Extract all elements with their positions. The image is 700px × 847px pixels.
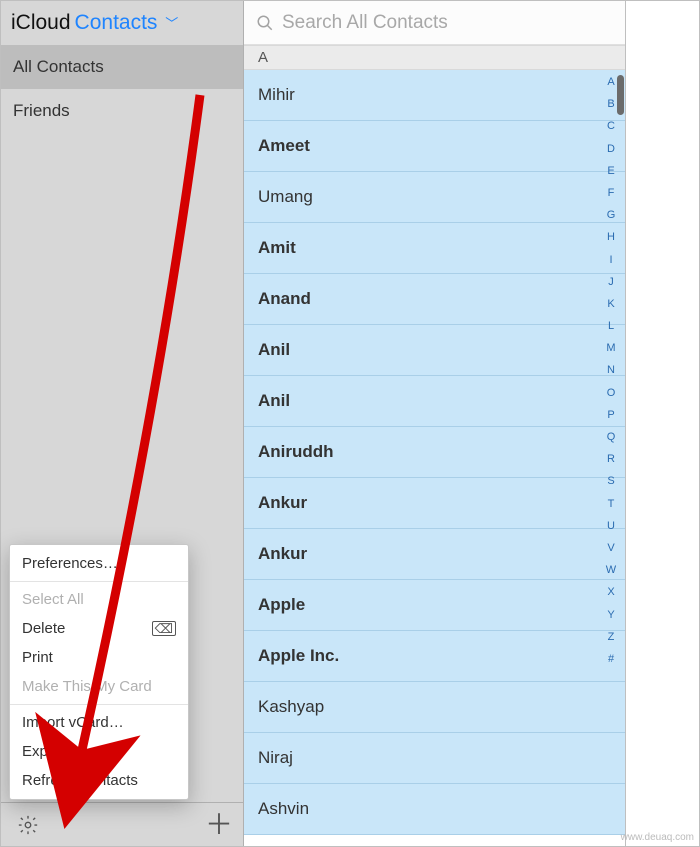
search-input[interactable] [282, 12, 613, 34]
menu-item-label: Export vCard… [22, 743, 125, 760]
scrollbar-thumb[interactable] [617, 75, 624, 115]
contacts-list[interactable]: MihirAmeetUmangAmitAnandAnilAnilAniruddh… [244, 70, 625, 846]
contact-row[interactable]: Kashyap [244, 682, 625, 733]
contacts-column: A MihirAmeetUmangAmitAnandAnilAnilAnirud… [244, 1, 626, 846]
contact-row[interactable]: Niraj [244, 733, 625, 784]
menu-export-vcard[interactable]: Export vCard… [10, 737, 188, 766]
index-letter[interactable]: V [607, 543, 614, 554]
index-letter[interactable]: K [607, 299, 614, 310]
menu-item-label: Make This My Card [22, 678, 152, 695]
contact-row[interactable]: Amit [244, 223, 625, 274]
contact-row[interactable]: Apple Inc. [244, 631, 625, 682]
menu-separator [10, 704, 188, 705]
contact-row[interactable]: Aniruddh [244, 427, 625, 478]
index-letter[interactable]: U [607, 521, 615, 532]
index-letter[interactable]: X [607, 587, 614, 598]
contact-row[interactable]: Anil [244, 376, 625, 427]
index-letter[interactable]: # [608, 654, 614, 665]
sidebar-group-item[interactable]: All Contacts [1, 45, 243, 89]
contact-row[interactable]: Mihir [244, 70, 625, 121]
menu-item-label: Print [22, 649, 53, 666]
contact-row[interactable]: Anil [244, 325, 625, 376]
menu-delete[interactable]: Delete ⌫ [10, 614, 188, 643]
index-letter[interactable]: L [608, 321, 614, 332]
settings-context-menu: Preferences… Select All Delete ⌫ Print M… [9, 544, 189, 800]
contact-row[interactable]: Ashvin [244, 784, 625, 835]
index-letter[interactable]: P [607, 410, 614, 421]
menu-select-all: Select All [10, 585, 188, 614]
index-letter[interactable]: Z [608, 632, 615, 643]
index-letter[interactable]: N [607, 365, 615, 376]
plus-icon[interactable]: ＋ [205, 814, 227, 836]
index-letter[interactable]: E [607, 166, 614, 177]
index-letter[interactable]: O [607, 388, 616, 399]
contact-row[interactable]: Apple [244, 580, 625, 631]
index-letter[interactable]: G [607, 210, 616, 221]
contact-row[interactable]: Ankur [244, 529, 625, 580]
index-letter[interactable]: A [607, 77, 614, 88]
index-letter[interactable]: J [608, 277, 614, 288]
sidebar-group-item[interactable]: Friends [1, 89, 243, 133]
index-letter[interactable]: S [607, 476, 614, 487]
index-letter[interactable]: M [606, 343, 615, 354]
index-letter[interactable]: T [608, 499, 615, 510]
index-letter[interactable]: B [607, 99, 614, 110]
detail-pane [626, 1, 699, 846]
menu-import-vcard[interactable]: Import vCard… [10, 708, 188, 737]
alpha-index[interactable]: ABC DEFGH IJKLMN OPQRS TUVWX YZ # [603, 77, 619, 665]
menu-print[interactable]: Print [10, 643, 188, 672]
search-icon [256, 14, 274, 32]
menu-item-label: Preferences… [22, 555, 118, 572]
contact-row[interactable]: Umang [244, 172, 625, 223]
sidebar-footer: ＋ [1, 802, 243, 846]
brand: iCloud [11, 11, 71, 35]
delete-key-icon: ⌫ [152, 621, 176, 636]
index-letter[interactable]: H [607, 232, 615, 243]
menu-preferences[interactable]: Preferences… [10, 549, 188, 578]
search-bar[interactable] [244, 1, 625, 45]
menu-item-label: Refresh Contacts [22, 772, 138, 789]
menu-refresh-contacts[interactable]: Refresh Contacts [10, 766, 188, 795]
menu-item-label: Select All [22, 591, 84, 608]
app-title-label: Contacts [75, 11, 158, 34]
contact-row[interactable]: Anand [244, 274, 625, 325]
sidebar-header: iCloud Contacts ﹀ [1, 1, 243, 45]
index-letter[interactable]: D [607, 144, 615, 155]
menu-item-label: Import vCard… [22, 714, 124, 731]
menu-item-label: Delete [22, 620, 65, 637]
contact-row[interactable]: Ankur [244, 478, 625, 529]
index-letter[interactable]: F [608, 188, 615, 199]
index-letter[interactable]: R [607, 454, 615, 465]
index-letter[interactable]: I [609, 255, 612, 266]
watermark: www.deuaq.com [621, 832, 694, 843]
index-letter[interactable]: W [606, 565, 616, 576]
contact-row[interactable]: Ameet [244, 121, 625, 172]
gear-icon[interactable] [17, 814, 39, 836]
menu-separator [10, 581, 188, 582]
menu-make-my-card: Make This My Card [10, 672, 188, 701]
index-letter[interactable]: C [607, 121, 615, 132]
index-letter[interactable]: Y [607, 610, 614, 621]
index-letter[interactable]: Q [607, 432, 616, 443]
section-header: A [244, 45, 625, 70]
chevron-down-icon: ﹀ [165, 16, 178, 31]
app-menu[interactable]: Contacts ﹀ [75, 11, 179, 35]
